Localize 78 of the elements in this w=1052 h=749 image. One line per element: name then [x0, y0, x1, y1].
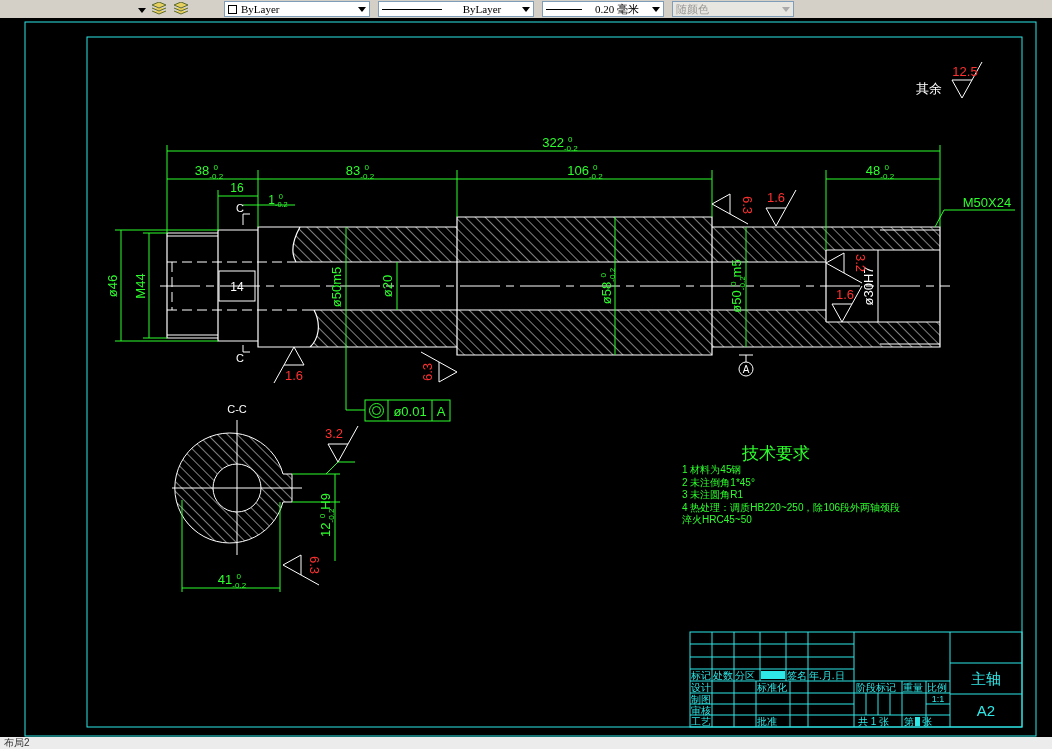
roughness-value: 6.3: [307, 555, 322, 575]
color-dropdown[interactable]: ByLayer: [224, 1, 370, 17]
requirement-line: 4 热处理：调质HB220~250，除106段外两轴颈段: [682, 501, 901, 513]
roughness-value: 6.3: [740, 195, 755, 215]
layout-tab[interactable]: 布局2: [4, 737, 30, 748]
caret-icon: [358, 6, 366, 12]
title-block-label: 处数: [713, 670, 733, 681]
color-value: ByLayer: [241, 1, 280, 17]
roughness-symbol-icon: [765, 189, 797, 227]
dimension-label: ø20: [380, 274, 395, 298]
plot-style-value: 随颜色: [676, 1, 710, 17]
sheet-count: 共 1 张: [858, 716, 890, 727]
lineweight-dropdown[interactable]: 0.20 毫米: [542, 1, 664, 17]
roughness-symbol-icon: [327, 425, 359, 463]
layers-icon[interactable]: [172, 2, 190, 16]
roughness-value: 1.6: [835, 287, 855, 302]
layers-icon[interactable]: [150, 2, 168, 16]
dimension-label: ø50m5: [329, 266, 344, 308]
sheet-number-label: 张: [922, 716, 932, 727]
title-block-label: 标记: [691, 670, 711, 681]
datum-line: [738, 354, 754, 363]
concentricity-icon: [369, 403, 384, 418]
roughness-symbol-icon: [825, 252, 863, 284]
title-block-label: 分区: [735, 670, 755, 681]
roughness-value: 1.6: [766, 190, 786, 205]
section-title: C-C: [227, 403, 247, 415]
dimension-label: 16: [230, 181, 244, 195]
roughness-symbol-icon: [282, 554, 320, 586]
title-block-label: 标准化: [757, 682, 787, 693]
requirement-line: 3 未注圆角R1: [682, 489, 744, 500]
requirement-line: 2 未注倒角1*45°: [682, 476, 755, 488]
sheet-number-label: 第: [904, 716, 914, 727]
roughness-symbol-icon: [951, 61, 983, 99]
caret-icon: [522, 6, 530, 12]
lineweight-value: 0.20 毫米: [594, 1, 640, 17]
roughness-value: 1.6: [284, 368, 304, 383]
linetype-dropdown[interactable]: ByLayer: [378, 1, 534, 17]
redacted-block: [761, 671, 785, 679]
section-marker: C: [236, 202, 244, 214]
section-marker: C: [236, 352, 244, 364]
part-name: 主轴: [971, 670, 1001, 687]
linetype-value: ByLayer: [461, 1, 503, 17]
line-sample-icon: [546, 7, 582, 11]
title-block-label: 批准: [757, 716, 777, 727]
title-block-label: 审核: [691, 705, 711, 716]
caret-icon: [782, 6, 790, 12]
datum-circle-icon: [738, 361, 754, 377]
roughness-symbol-icon: [420, 351, 458, 383]
requirement-line: 1 材料为45钢: [682, 464, 742, 475]
dimension-label: M50X24: [962, 195, 1012, 210]
title-block-label: 比例: [927, 682, 947, 693]
caret-icon: [138, 7, 146, 13]
dimension-label: M44: [133, 273, 148, 299]
roughness-value: 12.5: [952, 64, 978, 79]
datum-label: A: [742, 364, 750, 375]
roughness-note: 其余: [916, 81, 942, 96]
dimension-label: ø46: [105, 274, 120, 298]
title-block-label: 工艺: [691, 716, 711, 727]
roughness-symbol-icon: [831, 285, 863, 323]
roughness-value: 3.2: [324, 426, 344, 441]
title-block-label: 阶段标记: [856, 682, 896, 693]
caret-icon: [652, 6, 660, 12]
requirements-title: 技术要求: [742, 444, 810, 463]
datum-reference: A: [436, 404, 446, 419]
title-block-label: 重量: [903, 682, 923, 693]
roughness-symbol-icon: [273, 346, 305, 384]
roughness-value: 6.3: [420, 362, 435, 382]
dimension-label: 14: [230, 280, 244, 294]
line-sample-icon: [382, 7, 442, 11]
scale-value: 1:1: [931, 694, 945, 704]
title-block-label: 设计: [691, 682, 711, 693]
requirement-line: 淬火HRC45~50: [682, 514, 752, 525]
sheet-size: A2: [976, 702, 996, 719]
title-block-label: 签名: [787, 670, 807, 681]
color-swatch-icon: [228, 4, 237, 14]
tolerance-value: ø0.01: [393, 404, 427, 419]
title-block-label: 制图: [691, 694, 711, 705]
title-block-label: 年.月.日: [809, 670, 845, 681]
